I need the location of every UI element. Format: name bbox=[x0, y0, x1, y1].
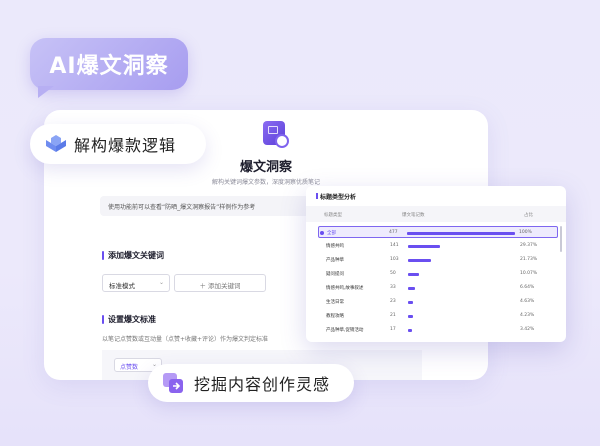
row-label: 产品种草,促销活动 bbox=[326, 328, 364, 333]
header-count: 爆文笔记数 bbox=[402, 213, 425, 218]
deconstruct-pill: 解构爆款逻辑 bbox=[30, 124, 206, 164]
row-count: 21 bbox=[390, 313, 396, 318]
inspiration-pill: 挖掘内容创作灵感 bbox=[148, 364, 354, 402]
row-count: 103 bbox=[390, 257, 399, 262]
radio-selected-icon bbox=[320, 230, 324, 235]
sparkle-box-icon bbox=[163, 373, 183, 393]
row-pct: 6.64% bbox=[520, 285, 535, 290]
row-count: 477 bbox=[389, 230, 398, 235]
table-row[interactable]: 教程攻略 21 4.23% bbox=[320, 310, 556, 322]
row-label: 情感共鸣,故事叙述 bbox=[326, 286, 364, 291]
row-bar bbox=[408, 287, 416, 290]
row-bar bbox=[408, 315, 413, 318]
row-pct: 10.07% bbox=[520, 271, 538, 276]
row-pct: 100% bbox=[519, 230, 532, 235]
table-row[interactable]: 产品种草 103 21.73% bbox=[320, 254, 556, 266]
add-keyword-label: 添加关键词 bbox=[208, 282, 241, 290]
row-bar bbox=[408, 259, 432, 262]
row-pct: 29.37% bbox=[520, 243, 538, 248]
plus-icon: ＋ bbox=[199, 282, 209, 290]
mode-select-value: 标准模式 bbox=[109, 282, 135, 290]
standard-description: 以笔记点赞数或互动量（点赞+收藏+评论）作为爆文判定标准 bbox=[102, 336, 269, 343]
row-pct: 4.63% bbox=[520, 299, 535, 304]
row-pct: 4.23% bbox=[520, 313, 535, 318]
ai-insight-tag-label: AI爆文洞察 bbox=[49, 54, 169, 79]
title-type-analysis-card: 标题类型分析 标题类型 爆文笔记数 占比 全部 477 100% 情感共鸣 141 29.… bbox=[306, 186, 566, 342]
row-count: 17 bbox=[390, 327, 396, 332]
mode-select[interactable]: 标准模式 ⌄ bbox=[102, 274, 170, 292]
row-bar bbox=[408, 273, 419, 276]
table-row[interactable]: 产品种草,促销活动 17 3.42% bbox=[320, 324, 556, 336]
page-subtitle: 解构关键词爆文参数，深度洞察优质笔记 bbox=[211, 179, 320, 186]
section-title-standard: 设置爆文标准 bbox=[102, 314, 156, 325]
table-row[interactable]: 情感共鸣 141 29.37% bbox=[320, 240, 556, 252]
notice-text: 使用功能前可以查看“防晒_爆文洞察报告”样例作为参考 bbox=[108, 204, 256, 211]
row-label: 产品种草 bbox=[326, 258, 344, 263]
row-label: 全部 bbox=[327, 231, 336, 236]
metric-select-value: 点赞数 bbox=[120, 364, 139, 371]
row-count: 50 bbox=[390, 271, 396, 276]
row-pct: 21.73% bbox=[520, 257, 538, 262]
row-count: 141 bbox=[390, 243, 399, 248]
cubes-icon bbox=[46, 135, 66, 152]
ai-insight-tag: AI爆文洞察 bbox=[30, 38, 188, 90]
row-pct: 3.42% bbox=[520, 327, 535, 332]
add-keyword-button[interactable]: ＋ 添加关键词 bbox=[174, 274, 266, 292]
deconstruct-pill-label: 解构爆款逻辑 bbox=[74, 136, 177, 155]
scrollbar[interactable] bbox=[560, 226, 562, 252]
row-count: 33 bbox=[390, 285, 396, 290]
inspiration-pill-label: 挖掘内容创作灵感 bbox=[194, 375, 331, 394]
app-logo-icon bbox=[263, 121, 289, 148]
table-row[interactable]: 全部 477 100% bbox=[318, 226, 558, 238]
row-label: 情感共鸣 bbox=[326, 244, 344, 249]
table-row[interactable]: 情感共鸣,故事叙述 33 6.64% bbox=[320, 282, 556, 294]
header-pct: 占比 bbox=[524, 213, 533, 218]
row-bar bbox=[408, 301, 413, 304]
header-type: 标题类型 bbox=[324, 213, 342, 218]
row-bar bbox=[407, 232, 515, 235]
row-count: 23 bbox=[390, 299, 396, 304]
row-bar bbox=[408, 245, 440, 248]
chevron-down-icon: ⌄ bbox=[158, 279, 164, 286]
card-table-header: 标题类型 爆文笔记数 占比 bbox=[306, 206, 566, 222]
card-title: 标题类型分析 bbox=[316, 192, 356, 201]
table-row[interactable]: 生活日常 23 4.63% bbox=[320, 296, 556, 308]
row-bar bbox=[408, 329, 412, 332]
table-row[interactable]: 疑问提问 50 10.07% bbox=[320, 268, 556, 280]
row-label: 教程攻略 bbox=[326, 314, 344, 319]
section-title-keyword: 添加爆文关键词 bbox=[102, 250, 164, 261]
row-label: 疑问提问 bbox=[326, 272, 344, 277]
row-label: 生活日常 bbox=[326, 300, 344, 305]
